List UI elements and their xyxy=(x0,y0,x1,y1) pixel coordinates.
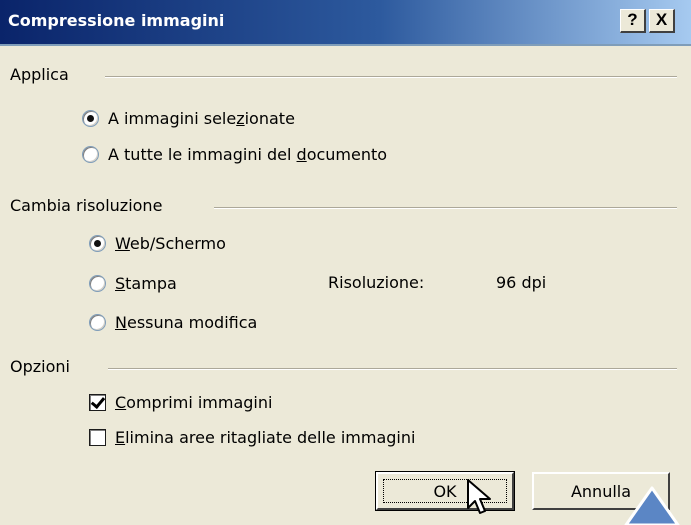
group-label-applica: Applica xyxy=(10,65,69,84)
radio-button[interactable] xyxy=(89,275,106,292)
group-label-options: Opzioni xyxy=(10,357,70,376)
radio-no-change[interactable]: Nessuna modifica xyxy=(89,313,257,332)
radio-label: Nessuna modifica xyxy=(115,313,258,332)
radio-button[interactable] xyxy=(89,235,106,252)
radio-label: A tutte le immagini del documento xyxy=(108,145,388,164)
checkbox[interactable] xyxy=(89,429,106,446)
radio-label: Stampa xyxy=(115,274,177,293)
checkbox-compress-images[interactable]: Comprimi immagini xyxy=(89,393,272,412)
window-title: Compressione immagini xyxy=(8,11,225,30)
group-divider xyxy=(108,368,677,370)
radio-button[interactable] xyxy=(82,146,99,163)
triangle-pointer-icon xyxy=(624,486,680,525)
radio-all-images[interactable]: A tutte le immagini del documento xyxy=(82,145,387,164)
dialog-window: Compressione immagini ? X Applica A imma… xyxy=(0,0,691,525)
checkbox-delete-cropped[interactable]: Elimina aree ritagliate delle immagini xyxy=(89,428,415,447)
radio-print[interactable]: Stampa xyxy=(89,274,177,293)
radio-button[interactable] xyxy=(89,314,106,331)
checkbox-label: Comprimi immagini xyxy=(115,393,273,412)
radio-web-screen[interactable]: Web/Schermo xyxy=(89,234,226,253)
resolution-label: Risoluzione: xyxy=(328,273,425,292)
checkbox[interactable] xyxy=(89,394,106,411)
resolution-value: 96 dpi xyxy=(496,273,547,292)
group-divider xyxy=(105,76,677,78)
mouse-pointer-icon xyxy=(467,479,491,514)
help-button[interactable]: ? xyxy=(620,9,646,33)
checkbox-label: Elimina aree ritagliate delle immagini xyxy=(115,428,416,447)
radio-label: A immagini selezionate xyxy=(108,109,295,128)
group-label-resolution: Cambia risoluzione xyxy=(10,196,163,215)
radio-label: Web/Schermo xyxy=(115,234,226,253)
radio-selected-images[interactable]: A immagini selezionate xyxy=(82,109,295,128)
radio-button[interactable] xyxy=(82,110,99,127)
title-bar[interactable]: Compressione immagini ? X xyxy=(0,0,691,46)
close-button[interactable]: X xyxy=(649,9,675,33)
group-divider xyxy=(214,207,677,209)
